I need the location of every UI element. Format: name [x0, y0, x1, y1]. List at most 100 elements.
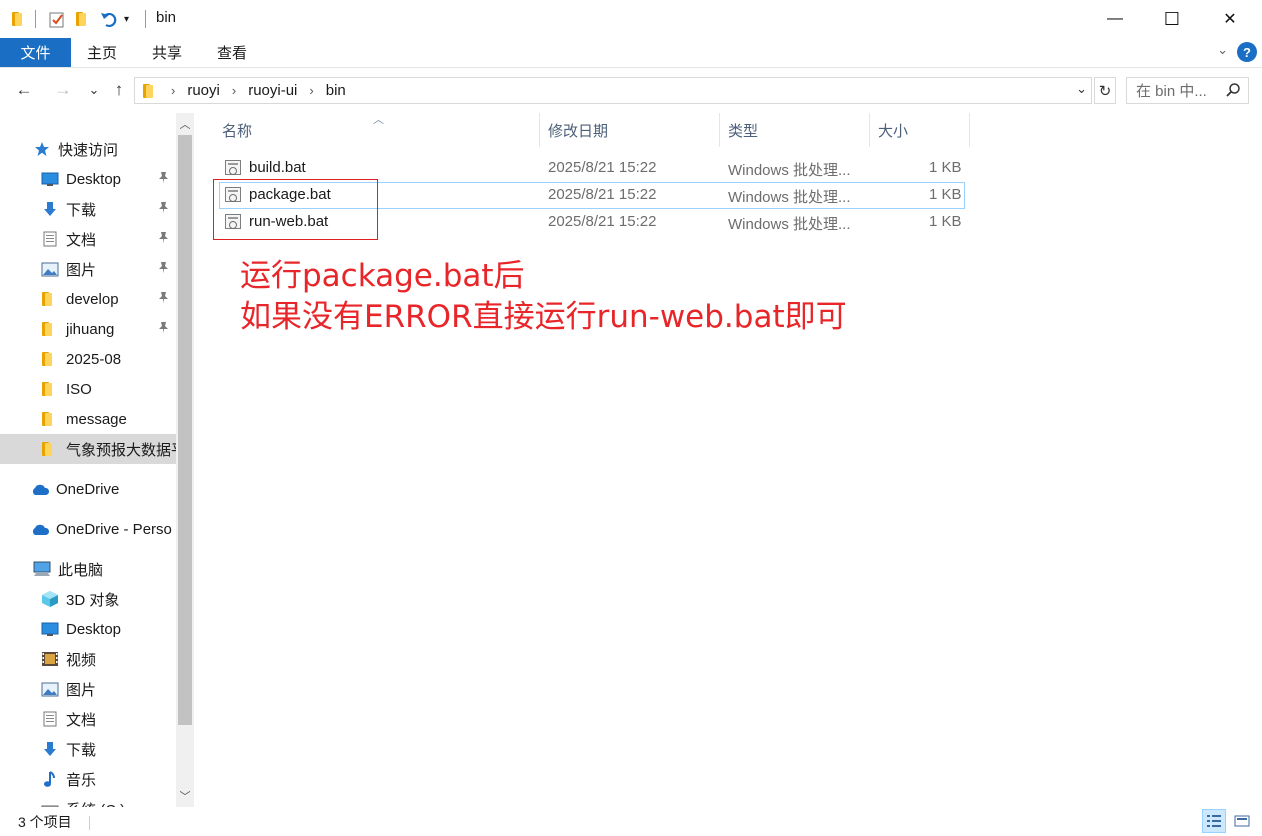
- expand-ribbon-chevron-icon[interactable]: ⌄: [1217, 42, 1228, 58]
- details-view-button[interactable]: [1202, 809, 1226, 833]
- minimize-button[interactable]: —: [1092, 0, 1138, 38]
- breadcrumb-bin[interactable]: bin: [326, 82, 346, 99]
- computer-icon: [32, 560, 52, 578]
- video-icon: [40, 650, 60, 668]
- scroll-down-icon[interactable]: ﹀: [176, 787, 194, 805]
- new-folder-icon[interactable]: [76, 9, 92, 29]
- sidebar-item[interactable]: Desktop: [0, 164, 176, 194]
- highlight-box: [213, 179, 378, 240]
- breadcrumb-separator: ›: [171, 83, 176, 98]
- pin-icon[interactable]: [158, 201, 169, 217]
- sidebar-item-label: 视频: [66, 651, 97, 669]
- tab-file[interactable]: 文件: [0, 38, 71, 67]
- sidebar-item[interactable]: 2025-08: [0, 344, 176, 374]
- sidebar-item-label: 快速访问: [58, 141, 119, 159]
- sidebar-item[interactable]: 此电脑: [0, 554, 176, 584]
- search-placeholder: 在 bin 中...: [1136, 83, 1207, 100]
- large-icons-view-button[interactable]: [1230, 809, 1254, 833]
- pin-icon[interactable]: [158, 171, 169, 187]
- picture-icon: [40, 680, 60, 698]
- picture-icon: [40, 260, 60, 278]
- music-icon: [40, 770, 60, 788]
- sort-ascending-icon: ︿: [373, 114, 384, 126]
- sidebar-item[interactable]: 文档: [0, 704, 176, 734]
- breadcrumb-ruoyi[interactable]: ruoyi: [187, 82, 220, 99]
- sidebar-item[interactable]: OneDrive - Perso: [0, 514, 176, 544]
- sidebar-item-label: OneDrive - Perso: [56, 520, 172, 538]
- title-bar: ▾ bin — ☐ ✕: [0, 0, 1262, 38]
- address-bar[interactable]: › ruoyi › ruoyi-ui › bin ⌄: [134, 77, 1092, 104]
- sidebar-item-label: jihuang: [66, 320, 115, 338]
- navigation-pane: 快速访问 Desktop 下载 文档 图片 develop jihuang 2025-08 IS…: [0, 113, 176, 807]
- search-icon[interactable]: [1225, 82, 1241, 102]
- sidebar-item[interactable]: 快速访问: [0, 134, 176, 164]
- sidebar-item[interactable]: 3D 对象: [0, 584, 176, 614]
- sidebar-item[interactable]: develop: [0, 284, 176, 314]
- up-button[interactable]: ↑: [107, 78, 131, 102]
- recent-locations-button[interactable]: ⌄: [82, 78, 106, 102]
- sidebar-item[interactable]: 音乐: [0, 764, 176, 794]
- close-button[interactable]: ✕: [1207, 0, 1253, 38]
- sidebar-item-label: message: [66, 410, 127, 428]
- sidebar-item[interactable]: 系统 (C:): [0, 794, 176, 807]
- file-name: build.bat: [249, 159, 306, 176]
- sidebar-item-label: OneDrive: [56, 480, 120, 498]
- file-type: Windows 批处理...: [728, 189, 851, 206]
- status-bar: 3 个项目: [0, 808, 1262, 836]
- file-row[interactable]: build.bat 2025/8/21 15:22 Windows 批处理...…: [219, 155, 965, 182]
- breadcrumb-separator[interactable]: ›: [232, 83, 236, 98]
- folder-icon: [40, 320, 60, 338]
- scrollbar-thumb[interactable]: [178, 135, 192, 725]
- window-title: bin: [156, 9, 177, 26]
- batch-file-icon: [225, 160, 241, 175]
- column-header-size[interactable]: 大小: [870, 113, 970, 147]
- column-header-modified[interactable]: 修改日期: [540, 113, 720, 147]
- tab-home[interactable]: 主页: [76, 38, 128, 67]
- sidebar-item[interactable]: 图片: [0, 254, 176, 284]
- customize-toolbar-dropdown-icon[interactable]: ▾: [124, 9, 129, 29]
- annotation-line-1: 运行package.bat后: [240, 258, 525, 294]
- folder-icon: [40, 380, 60, 398]
- sidebar-item[interactable]: 视频: [0, 644, 176, 674]
- column-headers: 名称 ︿ 修改日期 类型 大小: [214, 113, 974, 147]
- sidebar-item[interactable]: 图片: [0, 674, 176, 704]
- sidebar-item[interactable]: message: [0, 404, 176, 434]
- sidebar-item[interactable]: 下载: [0, 194, 176, 224]
- sidebar-item[interactable]: Desktop: [0, 614, 176, 644]
- pin-icon[interactable]: [158, 231, 169, 247]
- breadcrumb-ruoyi-ui[interactable]: ruoyi-ui: [248, 82, 297, 99]
- document-icon: [40, 230, 60, 248]
- navigation-bar: ← → ⌄ ↑ › ruoyi › ruoyi-ui › bin ⌄ ↻ 在 b…: [0, 70, 1262, 112]
- pin-icon[interactable]: [158, 261, 169, 277]
- tab-share[interactable]: 共享: [141, 38, 193, 67]
- folder-icon: [40, 290, 60, 308]
- ribbon-tabs: 文件 主页 共享 查看 ⌄ ?: [0, 38, 1262, 68]
- column-header-type[interactable]: 类型: [720, 113, 870, 147]
- sidebar-item[interactable]: 文档: [0, 224, 176, 254]
- column-header-name[interactable]: 名称 ︿: [214, 113, 540, 147]
- sidebar-item[interactable]: 下载: [0, 734, 176, 764]
- navigation-pane-scrollbar[interactable]: ︿ ﹀: [176, 113, 194, 807]
- breadcrumb-separator[interactable]: ›: [309, 83, 313, 98]
- tab-view[interactable]: 查看: [206, 38, 258, 67]
- pin-icon[interactable]: [158, 291, 169, 307]
- sidebar-item[interactable]: ISO: [0, 374, 176, 404]
- sidebar-item[interactable]: jihuang: [0, 314, 176, 344]
- refresh-button[interactable]: ↻: [1094, 77, 1116, 104]
- pin-icon[interactable]: [158, 321, 169, 337]
- quick-access-folder-icon[interactable]: [12, 9, 28, 29]
- sidebar-item[interactable]: OneDrive: [0, 474, 176, 504]
- sidebar-item[interactable]: 气象预报大数据平: [0, 434, 176, 464]
- scroll-up-icon[interactable]: ︿: [176, 115, 194, 133]
- undo-icon[interactable]: [100, 9, 118, 29]
- sidebar-item-label: 图片: [66, 681, 97, 699]
- forward-button[interactable]: →: [51, 78, 75, 102]
- maximize-button[interactable]: ☐: [1149, 0, 1195, 38]
- help-button[interactable]: ?: [1237, 42, 1257, 62]
- search-input[interactable]: 在 bin 中...: [1126, 77, 1249, 104]
- properties-icon[interactable]: [49, 9, 66, 29]
- document-icon: [40, 710, 60, 728]
- address-dropdown-icon[interactable]: ⌄: [1076, 81, 1087, 97]
- back-button[interactable]: ←: [12, 78, 36, 102]
- status-separator: [89, 816, 90, 830]
